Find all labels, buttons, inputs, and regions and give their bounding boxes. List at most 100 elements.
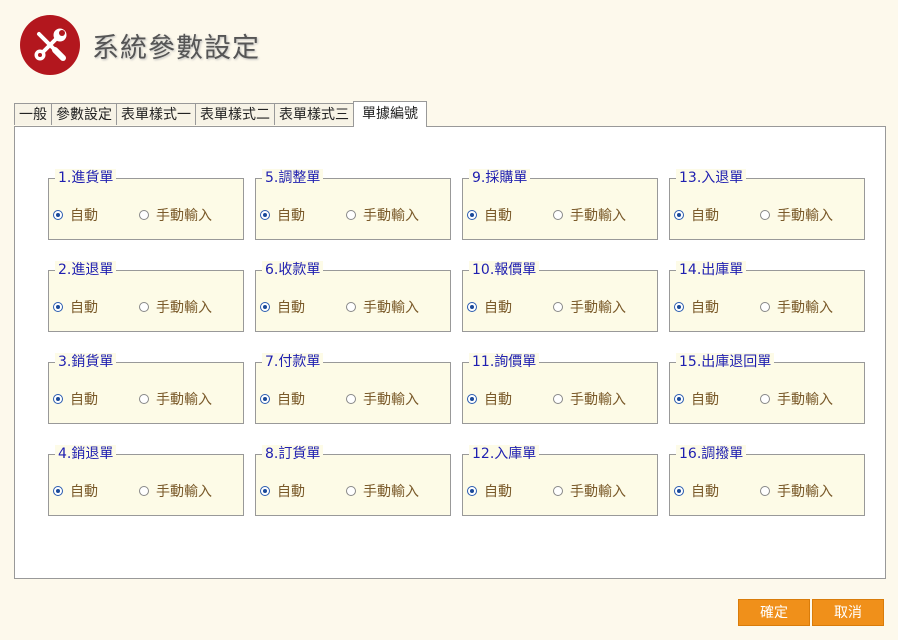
group-label: 2.進退單 [55,261,117,279]
radio-button[interactable] [467,302,477,312]
group-label: 4.銷退單 [55,445,117,463]
manual-input-label: 手動輸入 [777,392,833,408]
manual-radio-option[interactable]: 手動輸入 [553,389,626,409]
numbering-group: 4.銷退單自動 手動輸入 [48,445,244,516]
numbering-group: 10.報價單 自動 手動輸入 [462,261,658,332]
radio-button[interactable] [260,486,270,496]
radio-button[interactable] [346,394,356,404]
auto-radio-option[interactable]: 自動 [674,297,719,317]
manual-radio-option[interactable]: 手動輸入 [553,297,626,317]
page-title: 系統參數設定 [92,32,260,64]
confirm-button[interactable]: 確定 [738,599,810,626]
auto-label: 自動 [484,484,512,500]
radio-button[interactable] [139,210,149,220]
numbering-group: 5.調整單 自動 手動輸入 [255,169,451,240]
radio-button[interactable] [346,486,356,496]
group-label: 12.入庫單 [469,445,540,463]
manual-radio-option[interactable]: 手動輸入 [346,389,419,409]
manual-radio-option[interactable]: 手動輸入 [346,297,419,317]
radio-button[interactable] [553,210,563,220]
manual-input-label: 手動輸入 [777,484,833,500]
auto-radio-option[interactable]: 自動 [467,389,512,409]
manual-radio-option[interactable]: 手動輸入 [760,481,833,501]
radio-button[interactable] [760,486,770,496]
radio-button[interactable] [53,486,63,496]
manual-radio-option[interactable]: 手動輸入 [139,389,212,409]
radio-button[interactable] [467,486,477,496]
radio-button[interactable] [260,394,270,404]
radio-button[interactable] [553,302,563,312]
numbering-group: 2.進退單自動 手動輸入 [48,261,244,332]
auto-radio-option[interactable]: 自動 [467,481,512,501]
tab-parameters[interactable]: 參數設定 [51,103,117,125]
manual-radio-option[interactable]: 手動輸入 [553,205,626,225]
radio-button[interactable] [467,210,477,220]
numbering-group: 11.詢價單自動 手動輸入 [462,353,658,424]
radio-button[interactable] [53,302,63,312]
auto-radio-option[interactable]: 自動 [260,297,305,317]
manual-input-label: 手動輸入 [363,484,419,500]
auto-radio-option[interactable]: 自動 [53,297,98,317]
numbering-group: 9.採購單 自動 手動輸入 [462,169,658,240]
radio-button[interactable] [760,302,770,312]
manual-radio-option[interactable]: 手動輸入 [346,205,419,225]
radio-button[interactable] [53,210,63,220]
manual-radio-option[interactable]: 手動輸入 [760,389,833,409]
radio-button[interactable] [674,394,684,404]
auto-radio-option[interactable]: 自動 [674,481,719,501]
radio-button[interactable] [674,486,684,496]
radio-button[interactable] [467,394,477,404]
group-label: 11.詢價單 [469,353,540,371]
auto-radio-option[interactable]: 自動 [674,205,719,225]
manual-radio-option[interactable]: 手動輸入 [553,481,626,501]
radio-button[interactable] [260,302,270,312]
radio-button[interactable] [674,302,684,312]
manual-radio-option[interactable]: 手動輸入 [346,481,419,501]
manual-input-label: 手動輸入 [156,208,212,224]
radio-button[interactable] [139,302,149,312]
radio-button[interactable] [674,210,684,220]
auto-radio-option[interactable]: 自動 [53,389,98,409]
auto-radio-option[interactable]: 自動 [53,205,98,225]
manual-radio-option[interactable]: 手動輸入 [760,297,833,317]
auto-label: 自動 [277,208,305,224]
tab-form-style-3[interactable]: 表單樣式三 [274,103,354,125]
radio-button[interactable] [139,394,149,404]
auto-label: 自動 [484,392,512,408]
radio-button[interactable] [139,486,149,496]
tab-form-style-2[interactable]: 表單樣式二 [195,103,275,125]
manual-radio-option[interactable]: 手動輸入 [760,205,833,225]
tab-document-numbering[interactable]: 單據編號 [353,101,427,127]
auto-radio-option[interactable]: 自動 [260,481,305,501]
manual-radio-option[interactable]: 手動輸入 [139,297,212,317]
tab-form-style-1[interactable]: 表單樣式一 [116,103,196,125]
auto-radio-option[interactable]: 自動 [674,389,719,409]
group-label: 13.入退單 [676,169,747,187]
auto-label: 自動 [277,392,305,408]
auto-label: 自動 [691,208,719,224]
radio-button[interactable] [346,302,356,312]
radio-button[interactable] [53,394,63,404]
tab-general[interactable]: 一般 [14,103,52,125]
auto-label: 自動 [691,484,719,500]
auto-radio-option[interactable]: 自動 [260,389,305,409]
manual-radio-option[interactable]: 手動輸入 [139,481,212,501]
auto-label: 自動 [70,300,98,316]
numbering-group: 6.收款單 自動 手動輸入 [255,261,451,332]
radio-button[interactable] [760,210,770,220]
radio-button[interactable] [760,394,770,404]
auto-radio-option[interactable]: 自動 [53,481,98,501]
numbering-group: 8.訂貨單自動 手動輸入 [255,445,451,516]
radio-button[interactable] [553,394,563,404]
tools-icon [20,15,80,75]
manual-radio-option[interactable]: 手動輸入 [139,205,212,225]
auto-radio-option[interactable]: 自動 [467,297,512,317]
group-label: 8.訂貨單 [262,445,324,463]
radio-button[interactable] [346,210,356,220]
auto-radio-option[interactable]: 自動 [467,205,512,225]
radio-button[interactable] [260,210,270,220]
cancel-button[interactable]: 取消 [812,599,884,626]
manual-input-label: 手動輸入 [570,392,626,408]
auto-radio-option[interactable]: 自動 [260,205,305,225]
radio-button[interactable] [553,486,563,496]
